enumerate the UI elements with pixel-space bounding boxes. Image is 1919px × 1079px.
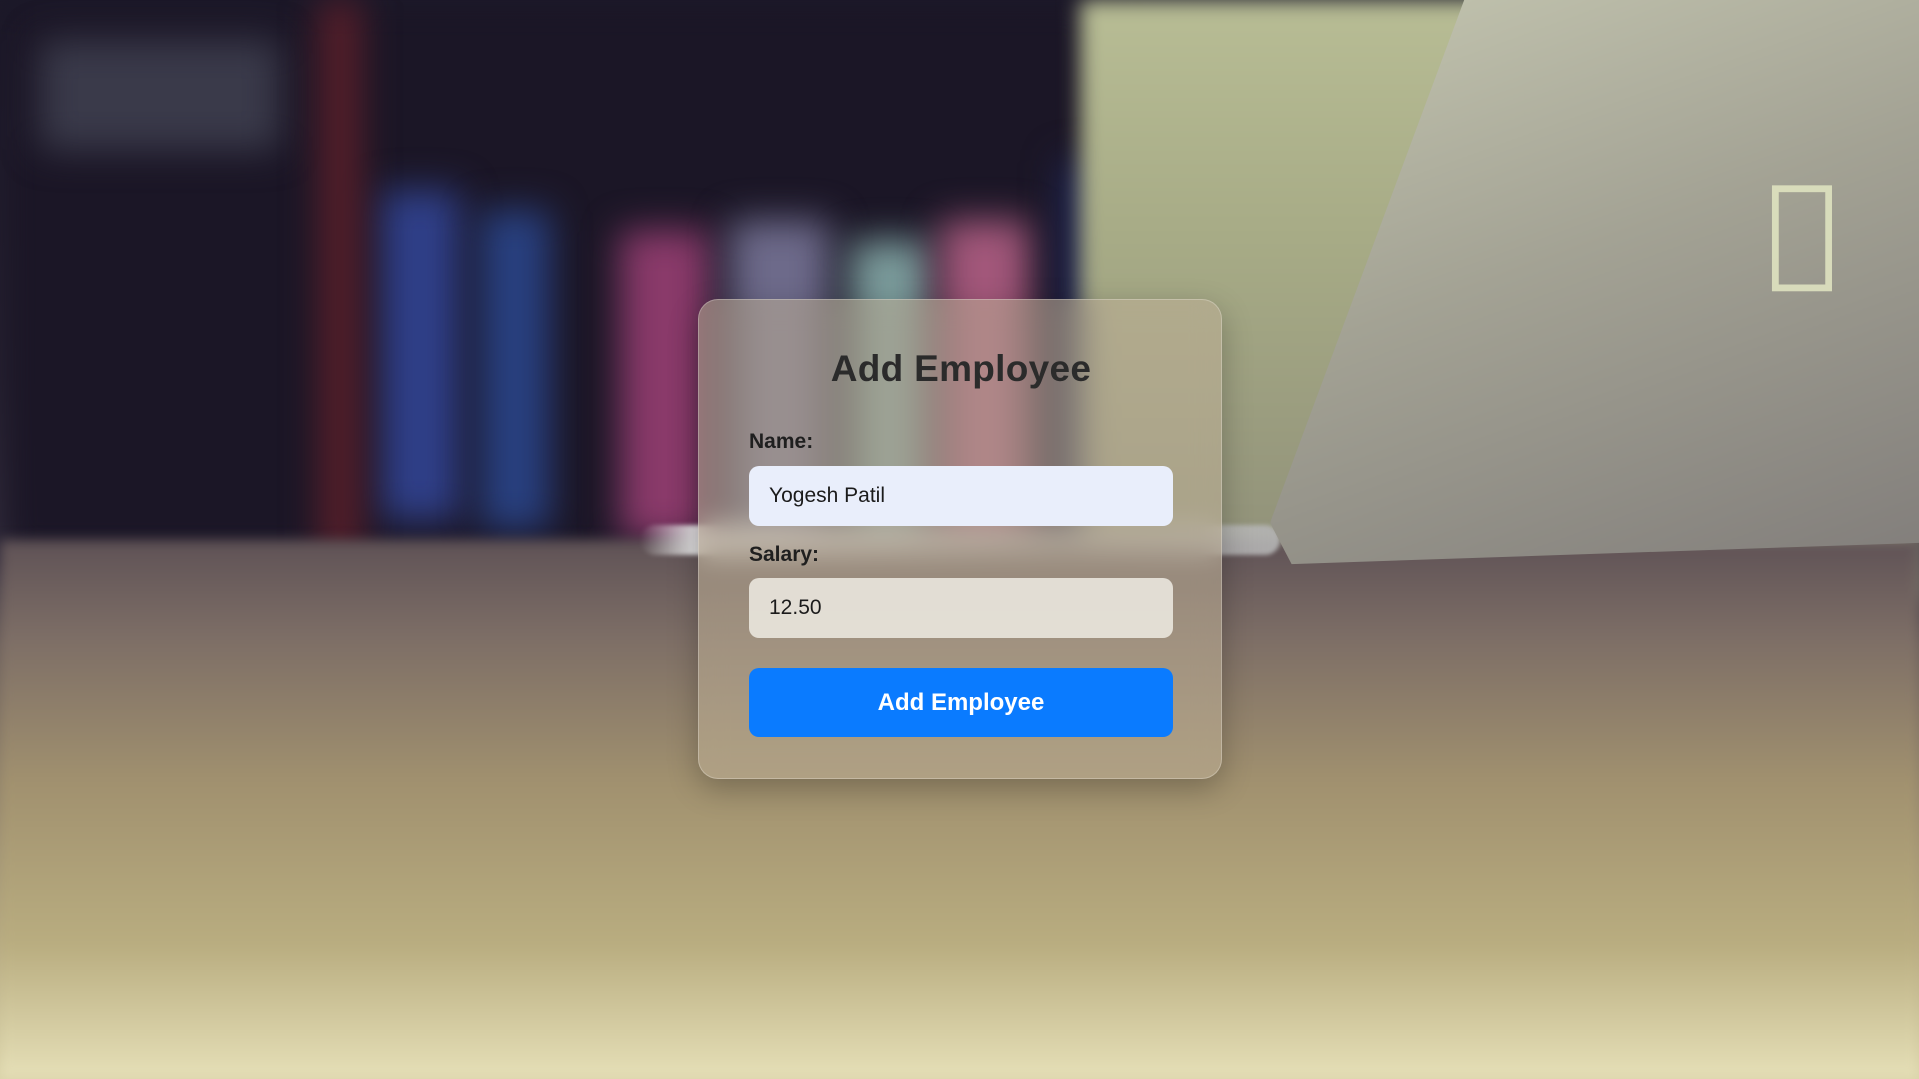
- page-title: Add Employee: [830, 348, 1092, 389]
- salary-label: Salary:: [749, 543, 820, 566]
- add-employee-card: Add Employee Name: Salary: Add Employee: [698, 299, 1222, 779]
- salary-input[interactable]: [749, 578, 1173, 638]
- add-employee-button[interactable]: Add Employee: [749, 668, 1173, 737]
- name-label: Name:: [749, 430, 814, 453]
- apple-logo-icon: : [1760, 160, 1844, 300]
- name-input[interactable]: [749, 466, 1173, 526]
